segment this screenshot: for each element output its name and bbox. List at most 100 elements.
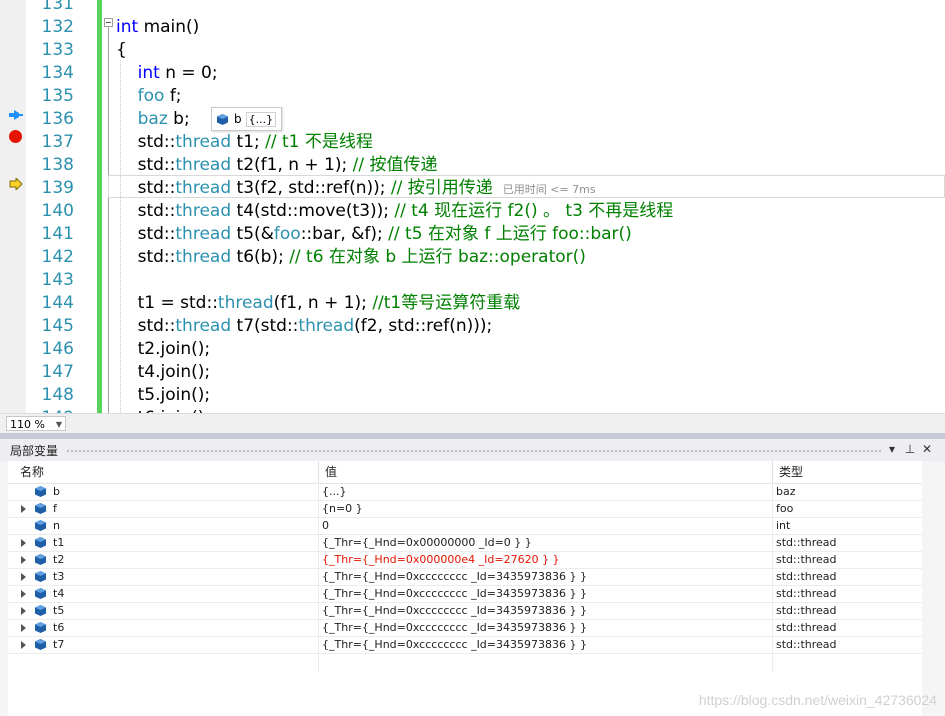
column-header-value[interactable]: 值 — [318, 461, 772, 483]
code-editor[interactable]: 131 132 133 134 135 136 137 138 139 140 141 142 143 1… — [0, 0, 945, 413]
code-line[interactable]: std::thread t3(f2, std::ref(n)); // 按引用传… — [116, 177, 596, 200]
expand-arrow-icon[interactable] — [21, 556, 26, 564]
code-line[interactable]: foo f; — [116, 85, 182, 108]
locals-row[interactable]: n 0 int — [8, 517, 922, 535]
code-line[interactable]: { — [116, 39, 127, 62]
code-line[interactable]: int n = 0; — [116, 62, 218, 85]
comment-token: // t5 在对象 f 上运行 foo::bar() — [388, 224, 632, 244]
code-line[interactable]: std::thread t6(b); // t6 在对象 b 上运行 baz::… — [116, 246, 586, 269]
code-line[interactable]: std::thread t7(std::thread(f2, std::ref(… — [116, 315, 493, 338]
variable-icon — [35, 537, 46, 548]
current-statement-arrow-icon — [9, 178, 23, 190]
perf-tip[interactable]: 已用时间 <= 7ms — [503, 183, 596, 196]
variable-value[interactable]: {_Thr={_Hnd=0x00000000 _Id=0 } } — [322, 534, 532, 551]
code-line[interactable]: baz b; — [116, 108, 190, 131]
auto-hide-pin-icon[interactable]: ⊥ — [903, 442, 917, 456]
variable-name: t7 — [53, 638, 65, 651]
code-line[interactable]: int main() — [116, 16, 199, 39]
variable-type: std::thread — [776, 604, 837, 617]
code-line[interactable]: t1 = std::thread(f1, n + 1); //t1等号运算符重载 — [116, 292, 521, 315]
expand-arrow-icon[interactable] — [21, 641, 26, 649]
locals-row[interactable]: t4 {_Thr={_Hnd=0xcccccccc _Id=3435973836 … — [8, 585, 922, 603]
locals-row[interactable]: f {n=0 } foo — [8, 500, 922, 518]
code-line[interactable]: t5.join(); — [116, 384, 211, 407]
line-number: 136 — [41, 109, 74, 129]
variable-icon — [35, 571, 46, 582]
code-text-area[interactable]: int main(){ int n = 0; foo f; baz b; std… — [104, 0, 945, 413]
variable-value[interactable]: {_Thr={_Hnd=0xcccccccc _Id=3435973836 } … — [322, 619, 587, 636]
variable-value[interactable]: {n=0 } — [322, 500, 363, 517]
variable-value[interactable]: {_Thr={_Hnd=0xcccccccc _Id=3435973836 } … — [322, 636, 587, 653]
breakpoint-icon[interactable] — [9, 130, 22, 143]
locals-title-bar[interactable]: 局部变量 ▾ ⊥ ✕ — [0, 439, 945, 461]
variable-value[interactable]: 0 — [322, 517, 329, 534]
close-icon[interactable]: ✕ — [920, 442, 934, 456]
variable-icon — [35, 588, 46, 599]
line-number: 141 — [41, 224, 74, 244]
variable-type: std::thread — [776, 621, 837, 634]
column-header-name[interactable]: 名称 — [8, 461, 318, 483]
expand-arrow-icon[interactable] — [21, 590, 26, 598]
variable-name: n — [53, 519, 60, 532]
expand-arrow-icon[interactable] — [21, 539, 26, 547]
locals-row[interactable]: b {...} baz — [8, 483, 922, 501]
line-number: 142 — [41, 247, 74, 267]
variable-icon — [35, 639, 46, 650]
variable-type: std::thread — [776, 587, 837, 600]
column-header-type[interactable]: 类型 — [772, 461, 922, 483]
line-number: 132 — [41, 17, 74, 37]
variable-name: t3 — [53, 570, 65, 583]
variable-type: std::thread — [776, 553, 837, 566]
chevron-down-icon[interactable]: ▼ — [56, 417, 62, 432]
comment-token: // t4 现在运行 f2() 。 t3 不再是线程 — [394, 201, 674, 221]
code-line[interactable]: std::thread t2(f1, n + 1); // 按值传递 — [116, 154, 438, 177]
code-token: t2(f1, n + 1); — [231, 155, 353, 175]
line-number: 147 — [41, 362, 74, 382]
variable-name: t4 — [53, 587, 65, 600]
code-token: b; — [167, 109, 190, 129]
editor-status-bar: 110 % ▼ — [0, 413, 945, 434]
code-token: t4.join(); — [116, 362, 211, 382]
locals-row[interactable]: t7 {_Thr={_Hnd=0xcccccccc _Id=3435973836 … — [8, 636, 922, 654]
window-options-icon[interactable]: ▾ — [885, 442, 899, 456]
code-token: t4(std::move(t3)); — [231, 201, 395, 221]
pinned-datatip[interactable]: b {...} — [211, 107, 283, 131]
code-token: f; — [164, 86, 182, 106]
variable-value[interactable]: {_Thr={_Hnd=0xcccccccc _Id=3435973836 } … — [322, 568, 587, 585]
zoom-level-value: 110 % — [10, 418, 45, 431]
glyph-margin[interactable] — [0, 0, 26, 413]
locals-row[interactable]: t6 {_Thr={_Hnd=0xcccccccc _Id=3435973836 … — [8, 619, 922, 637]
variable-value[interactable]: {_Thr={_Hnd=0xcccccccc _Id=3435973836 } … — [322, 585, 587, 602]
line-number: 133 — [41, 40, 74, 60]
expand-arrow-icon[interactable] — [21, 573, 26, 581]
zoom-level-dropdown[interactable]: 110 % ▼ — [6, 416, 66, 431]
code-line[interactable]: std::thread t5(&foo::bar, &f); // t5 在对象… — [116, 223, 632, 246]
code-line[interactable]: t2.join(); — [116, 338, 211, 361]
expand-arrow-icon[interactable] — [21, 607, 26, 615]
locals-window: 局部变量 ▾ ⊥ ✕ 名称 值 类型 b {...} baz f {n=0 } foo n 0… — [0, 439, 945, 716]
locals-row[interactable]: t3 {_Thr={_Hnd=0xcccccccc _Id=3435973836 … — [8, 568, 922, 586]
code-line[interactable]: t4.join(); — [116, 361, 211, 384]
code-token: t2.join(); — [116, 339, 211, 359]
variable-value[interactable]: {...} — [322, 483, 347, 500]
locals-row[interactable]: t5 {_Thr={_Hnd=0xcccccccc _Id=3435973836 … — [8, 602, 922, 620]
variable-value[interactable]: {_Thr={_Hnd=0x000000e4 _Id=27620 } } — [322, 551, 560, 568]
pinned-datatip-icon[interactable] — [9, 109, 23, 121]
code-token: main() — [138, 17, 200, 37]
variable-name: t5 — [53, 604, 65, 617]
variable-icon — [217, 113, 228, 125]
expand-arrow-icon[interactable] — [21, 505, 26, 513]
expand-arrow-icon[interactable] — [21, 624, 26, 632]
code-line[interactable]: std::thread t1; // t1 不是线程 — [116, 131, 373, 154]
datatip-value[interactable]: {...} — [245, 111, 277, 127]
comment-token: // 按引用传递 — [390, 178, 493, 198]
code-token: t3(f2, std::ref(n)); — [231, 178, 391, 198]
code-token: t7(std:: — [231, 316, 299, 336]
variable-value[interactable]: {_Thr={_Hnd=0xcccccccc _Id=3435973836 } … — [322, 602, 587, 619]
code-token: t5.join(); — [116, 385, 211, 405]
locals-row[interactable]: t2 {_Thr={_Hnd=0x000000e4 _Id=27620 } } st… — [8, 551, 922, 569]
line-number: 146 — [41, 339, 74, 359]
code-line[interactable]: std::thread t4(std::move(t3)); // t4 现在运… — [116, 200, 674, 223]
variable-icon — [35, 605, 46, 616]
locals-row[interactable]: t1 {_Thr={_Hnd=0x00000000 _Id=0 } } std::t… — [8, 534, 922, 552]
